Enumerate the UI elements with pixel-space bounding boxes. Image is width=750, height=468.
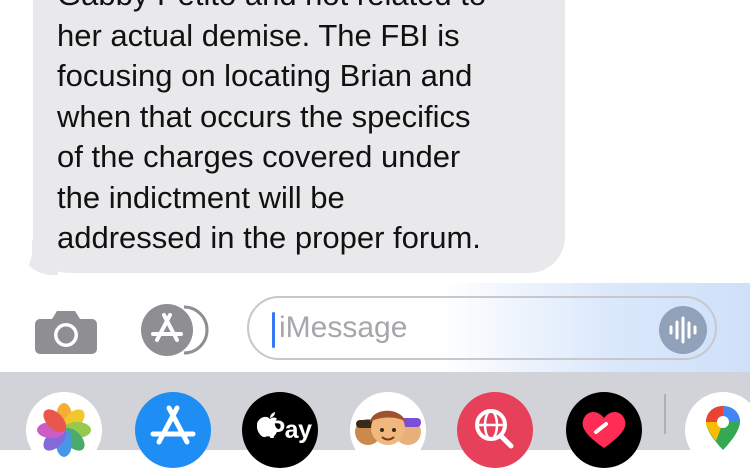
app-dock: Pay xyxy=(0,372,750,468)
camera-icon xyxy=(35,311,97,354)
apple-pay-label: Pay xyxy=(268,416,312,444)
google-maps-app-button[interactable] xyxy=(685,392,750,468)
map-pin-icon xyxy=(706,406,740,450)
camera-button[interactable] xyxy=(34,309,98,355)
images-search-app-button[interactable] xyxy=(457,392,533,468)
app-store-icon xyxy=(141,304,209,356)
photos-app-button[interactable] xyxy=(26,392,102,468)
voice-message-button[interactable] xyxy=(659,306,707,354)
digital-touch-app-button[interactable] xyxy=(566,392,642,468)
heart-icon xyxy=(582,412,626,448)
globe-search-icon xyxy=(475,409,514,449)
waveform-icon xyxy=(669,316,697,344)
photos-icon xyxy=(37,403,91,457)
app-store-logo-icon xyxy=(150,405,196,445)
bubble-tail-cutout xyxy=(0,230,32,278)
text-cursor xyxy=(272,312,275,348)
app-store-app-button[interactable] xyxy=(135,392,211,468)
dock-divider xyxy=(664,394,666,434)
apple-pay-app-button[interactable]: Pay xyxy=(242,392,318,468)
message-input[interactable]: iMessage xyxy=(247,296,717,360)
memoji-app-button[interactable] xyxy=(350,392,426,468)
message-input-placeholder: iMessage xyxy=(279,311,408,344)
memoji-icon xyxy=(355,410,421,445)
app-drawer-button[interactable] xyxy=(140,303,212,357)
message-text: Gabby Petito and not related to her actu… xyxy=(57,0,486,255)
